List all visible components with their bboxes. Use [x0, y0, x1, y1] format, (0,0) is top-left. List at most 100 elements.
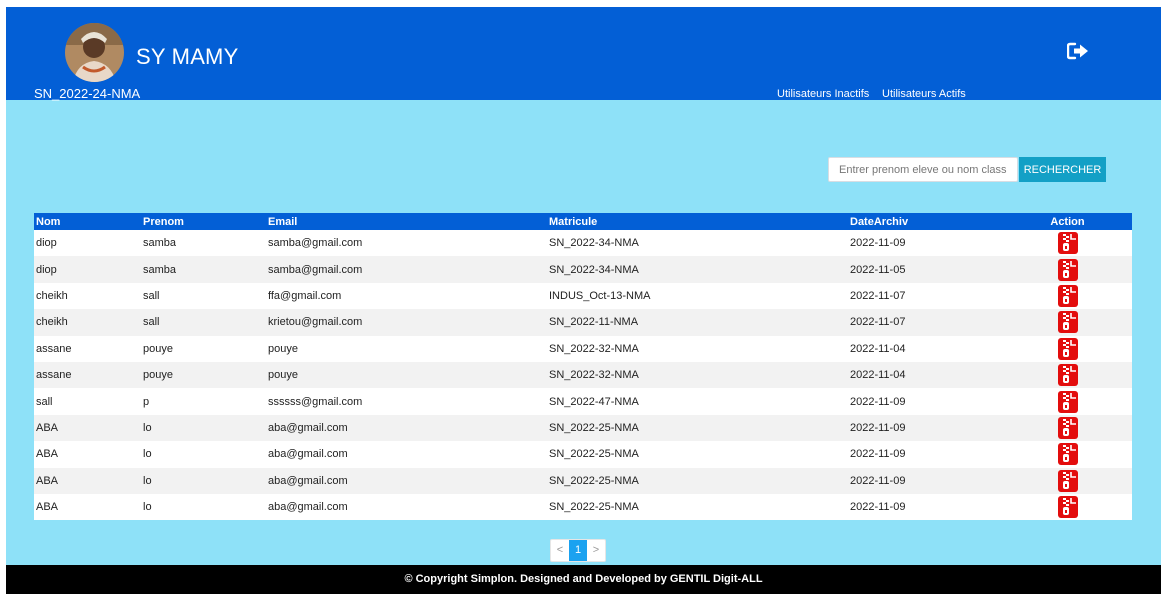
cell-nom: diop: [34, 230, 141, 257]
unarchive-zip-icon[interactable]: [1057, 416, 1078, 439]
footer: © Copyright Simplon. Designed and Develo…: [6, 565, 1161, 594]
unarchive-zip-icon[interactable]: [1057, 311, 1078, 334]
cell-action: [1003, 282, 1132, 310]
pagination-next-button[interactable]: >: [587, 540, 605, 561]
cell-email: ssssss@gmail.com: [266, 388, 547, 415]
user-code: SN_2022-24-NMA: [34, 86, 141, 101]
cell-prenom: lo: [141, 467, 266, 494]
pagination-prev-button[interactable]: <: [551, 540, 569, 561]
cell-date: 2022-11-09: [848, 414, 1003, 442]
cell-nom: ABA: [34, 414, 141, 442]
cell-action: [1003, 388, 1132, 415]
cell-date: 2022-11-05: [848, 256, 1003, 283]
cell-date: 2022-11-09: [848, 467, 1003, 494]
cell-matricule: SN_2022-11-NMA: [547, 309, 848, 336]
unarchive-zip-icon[interactable]: [1057, 337, 1078, 360]
cell-nom: cheikh: [34, 309, 141, 336]
cell-matricule: SN_2022-34-NMA: [547, 256, 848, 283]
sign-out-icon[interactable]: [1066, 42, 1089, 60]
table-row: ABA lo aba@gmail.com SN_2022-25-NMA 2022-11-…: [34, 414, 1132, 442]
cell-email: samba@gmail.com: [266, 230, 547, 257]
cell-email: ffa@gmail.com: [266, 282, 547, 310]
search-button[interactable]: RECHERCHER: [1019, 157, 1106, 182]
column-header-prenom: Prenom: [141, 213, 266, 230]
table-row: assane pouye pouye SN_2022-32-NMA 2022-11-04: [34, 335, 1132, 362]
column-header-nom: Nom: [34, 213, 141, 230]
cell-matricule: SN_2022-25-NMA: [547, 493, 848, 521]
table-header-row: Nom Prenom Email Matricule DateArchiv Ac…: [34, 213, 1132, 230]
unarchive-zip-icon[interactable]: [1057, 364, 1078, 387]
cell-action: [1003, 467, 1132, 494]
table-row: diop samba samba@gmail.com SN_2022-34-NMA 20…: [34, 256, 1132, 283]
table-row: assane pouye pouye SN_2022-32-NMA 2022-11-04: [34, 361, 1132, 389]
table-row: diop samba samba@gmail.com SN_2022-34-NMA 20…: [34, 230, 1132, 257]
cell-nom: assane: [34, 335, 141, 362]
cell-action: [1003, 230, 1132, 257]
nav-link-inactive-users[interactable]: Utilisateurs Inactifs: [777, 88, 869, 100]
cell-email: aba@gmail.com: [266, 441, 547, 468]
cell-prenom: pouye: [141, 335, 266, 362]
cell-prenom: lo: [141, 493, 266, 521]
table-row: ABA lo aba@gmail.com SN_2022-25-NMA 2022-11-…: [34, 441, 1132, 468]
cell-matricule: SN_2022-25-NMA: [547, 414, 848, 442]
footer-copyright: © Copyright Simplon. Designed and Develo…: [404, 573, 763, 585]
cell-matricule: SN_2022-32-NMA: [547, 335, 848, 362]
cell-matricule: INDUS_Oct-13-NMA: [547, 282, 848, 310]
cell-prenom: samba: [141, 230, 266, 257]
cell-email: aba@gmail.com: [266, 414, 547, 442]
cell-email: pouye: [266, 335, 547, 362]
cell-prenom: p: [141, 388, 266, 415]
cell-nom: ABA: [34, 467, 141, 494]
cell-matricule: SN_2022-47-NMA: [547, 388, 848, 415]
user-name: SY MAMY: [136, 44, 239, 69]
cell-action: [1003, 414, 1132, 442]
column-header-datearchiv: DateArchiv: [848, 213, 1003, 230]
cell-prenom: lo: [141, 414, 266, 442]
cell-matricule: SN_2022-25-NMA: [547, 467, 848, 494]
cell-action: [1003, 335, 1132, 362]
cell-action: [1003, 309, 1132, 336]
pagination: < 1 >: [550, 539, 606, 562]
unarchive-zip-icon[interactable]: [1057, 232, 1078, 255]
cell-date: 2022-11-07: [848, 309, 1003, 336]
search-input[interactable]: [828, 157, 1018, 182]
cell-email: krietou@gmail.com: [266, 309, 547, 336]
cell-date: 2022-11-09: [848, 230, 1003, 257]
top-header: SY MAMY SN_2022-24-NMA Utilisateurs Inac…: [6, 7, 1161, 101]
unarchive-zip-icon[interactable]: [1057, 258, 1078, 281]
unarchive-zip-icon[interactable]: [1057, 496, 1078, 519]
cell-date: 2022-11-07: [848, 282, 1003, 310]
table-row: sall p ssssss@gmail.com SN_2022-47-NMA 2022-…: [34, 388, 1132, 415]
pagination-page-1[interactable]: 1: [569, 540, 587, 561]
unarchive-zip-icon[interactable]: [1057, 469, 1078, 492]
table-row: cheikh sall krietou@gmail.com SN_2022-11-NM…: [34, 309, 1132, 336]
page-frame: SY MAMY SN_2022-24-NMA Utilisateurs Inac…: [6, 7, 1161, 594]
cell-date: 2022-11-04: [848, 361, 1003, 389]
cell-email: samba@gmail.com: [266, 256, 547, 283]
unarchive-zip-icon[interactable]: [1057, 390, 1078, 413]
unarchive-zip-icon[interactable]: [1057, 284, 1078, 307]
column-header-matricule: Matricule: [547, 213, 848, 230]
cell-matricule: SN_2022-25-NMA: [547, 441, 848, 468]
nav-link-active-users[interactable]: Utilisateurs Actifs: [882, 88, 966, 100]
cell-nom: ABA: [34, 441, 141, 468]
cell-date: 2022-11-09: [848, 388, 1003, 415]
column-header-action: Action: [1003, 213, 1132, 230]
archived-students-table: Nom Prenom Email Matricule DateArchiv Ac…: [34, 213, 1132, 521]
cell-action: [1003, 441, 1132, 468]
cell-prenom: pouye: [141, 361, 266, 389]
cell-email: aba@gmail.com: [266, 467, 547, 494]
table-row: ABA lo aba@gmail.com SN_2022-25-NMA 2022-11-…: [34, 493, 1132, 521]
cell-action: [1003, 256, 1132, 283]
cell-date: 2022-11-04: [848, 335, 1003, 362]
cell-nom: diop: [34, 256, 141, 283]
cell-nom: cheikh: [34, 282, 141, 310]
unarchive-zip-icon[interactable]: [1057, 443, 1078, 466]
cell-action: [1003, 361, 1132, 389]
cell-action: [1003, 493, 1132, 521]
cell-prenom: lo: [141, 441, 266, 468]
cell-prenom: sall: [141, 282, 266, 310]
cell-date: 2022-11-09: [848, 441, 1003, 468]
cell-date: 2022-11-09: [848, 493, 1003, 521]
column-header-email: Email: [266, 213, 547, 230]
